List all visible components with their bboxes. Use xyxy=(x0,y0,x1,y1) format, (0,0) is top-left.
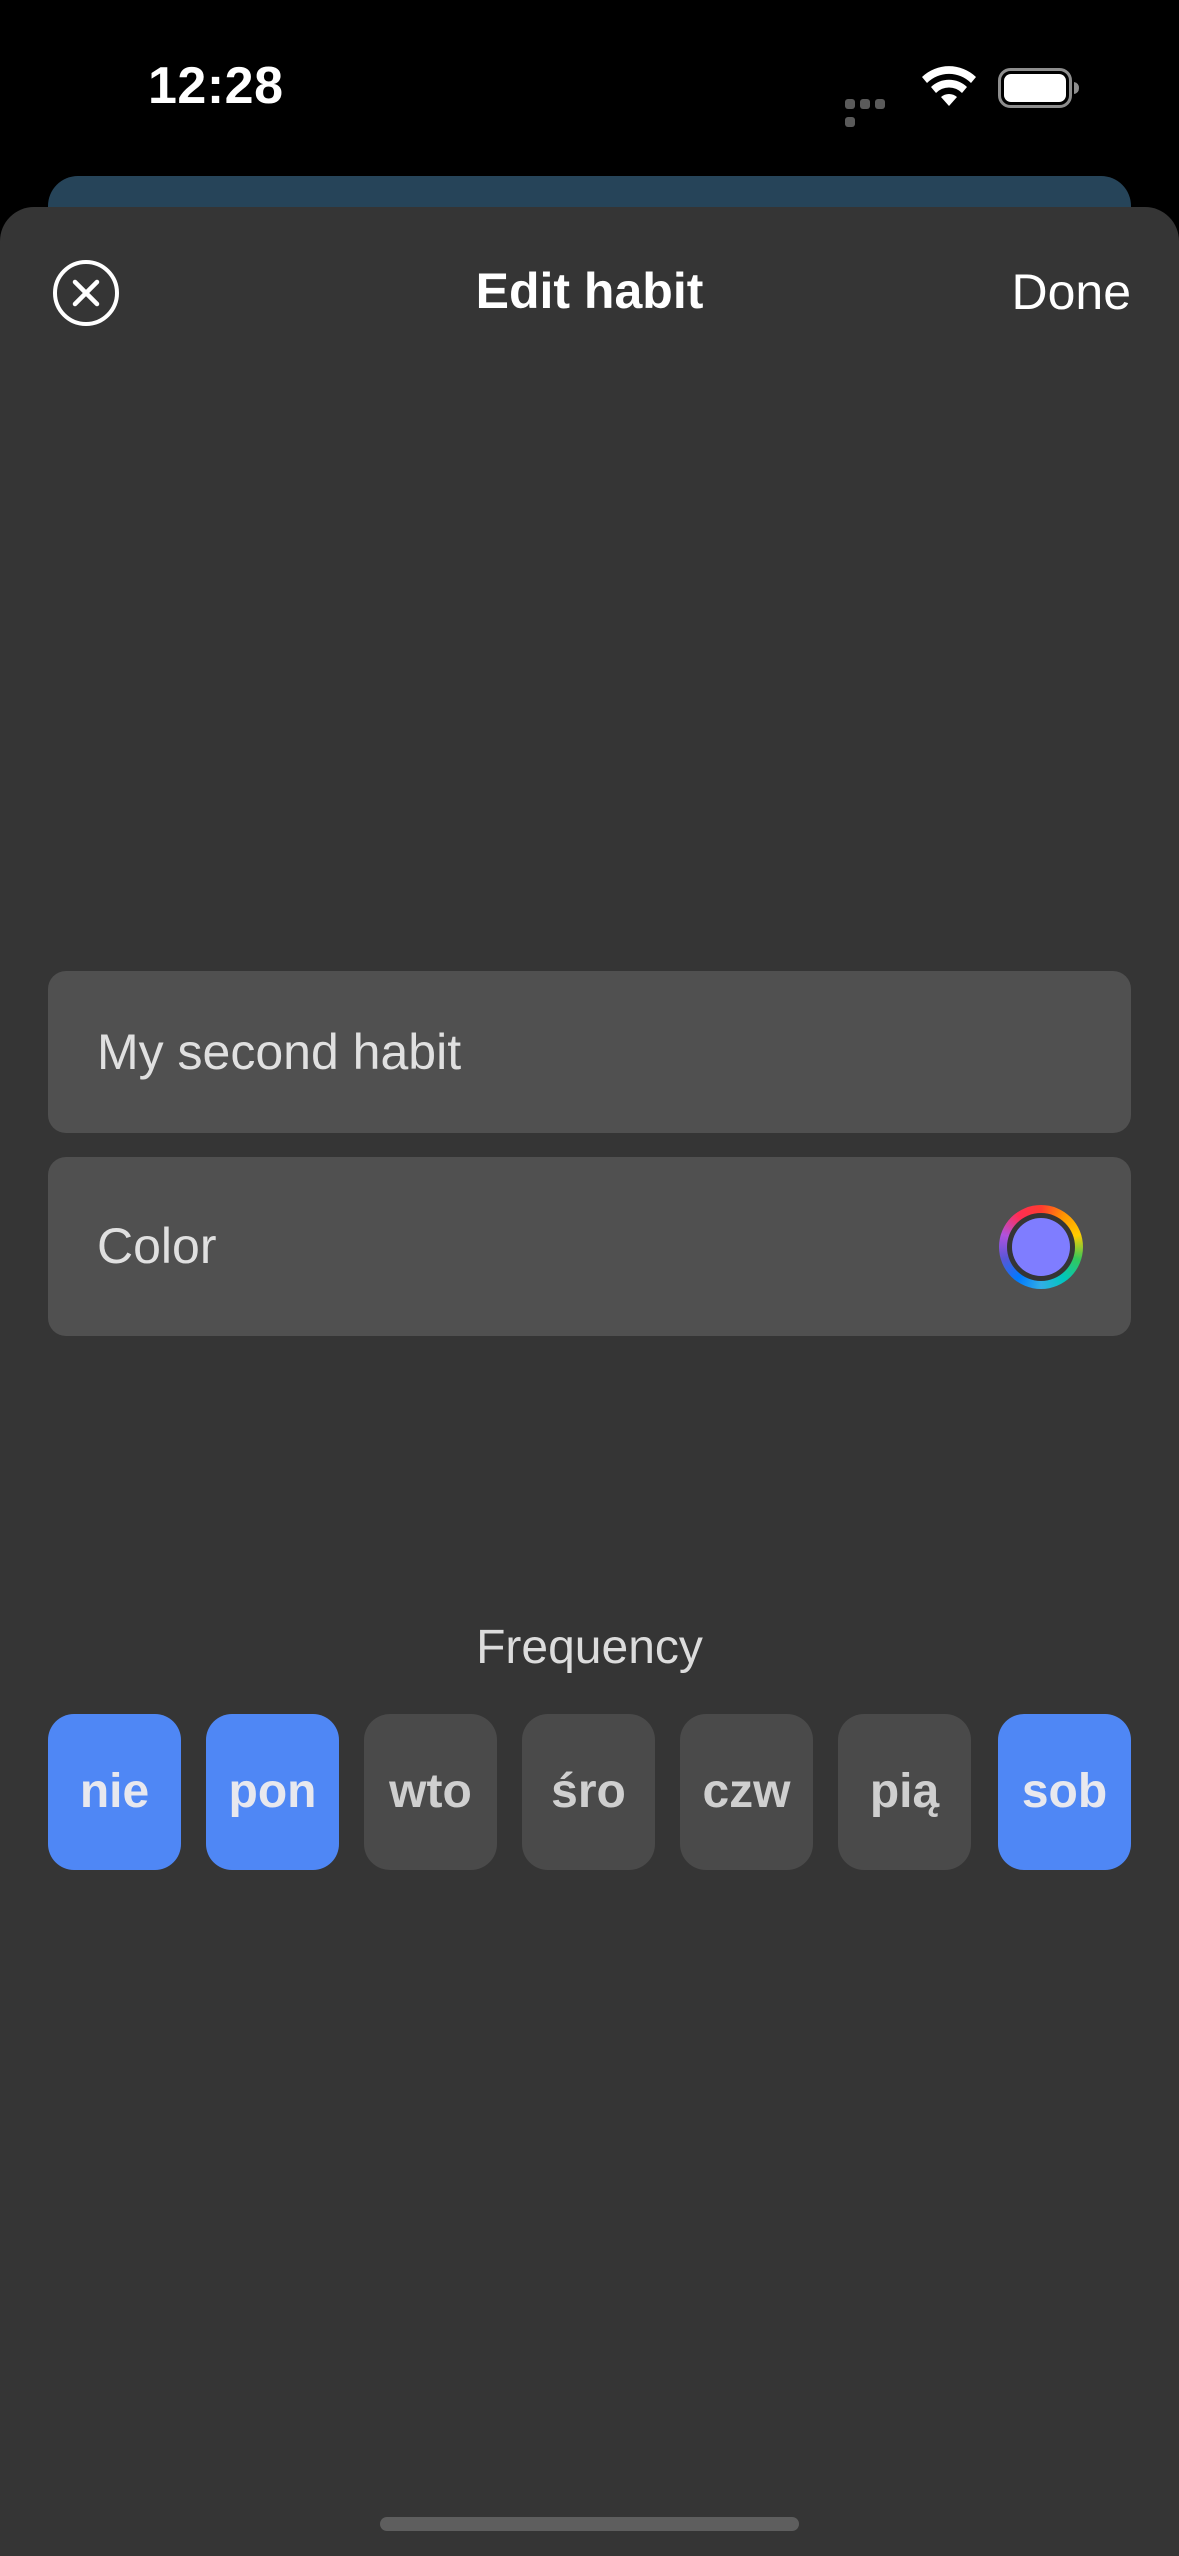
battery-icon xyxy=(998,68,1079,108)
day-toggle-nie[interactable]: nie xyxy=(48,1714,181,1870)
color-picker-well[interactable] xyxy=(999,1205,1083,1289)
done-button[interactable]: Done xyxy=(1011,263,1131,321)
day-toggle-wto[interactable]: wto xyxy=(364,1714,497,1870)
color-label: Color xyxy=(97,1218,217,1274)
weekday-selector: nie pon wto śro czw pią sob xyxy=(48,1714,1131,1870)
wifi-icon xyxy=(922,66,976,106)
day-toggle-czw[interactable]: czw xyxy=(680,1714,813,1870)
sheet-title: Edit habit xyxy=(475,263,704,319)
frequency-label: Frequency xyxy=(476,1621,703,1674)
selected-color-swatch xyxy=(1012,1218,1070,1276)
day-toggle-sro[interactable]: śro xyxy=(522,1714,655,1870)
status-bar: 12:28 xyxy=(0,0,1179,175)
day-toggle-pia[interactable]: pią xyxy=(838,1714,971,1870)
screen: 12:28 Edit habit Done My second habit Co… xyxy=(0,0,1179,2556)
status-time: 12:28 xyxy=(148,57,284,115)
color-row[interactable]: Color xyxy=(48,1157,1131,1336)
cellular-signal-icon xyxy=(845,96,903,127)
habit-name-field[interactable] xyxy=(48,971,1131,1133)
habit-name-input[interactable] xyxy=(97,971,1077,1133)
home-indicator xyxy=(380,2517,799,2531)
day-toggle-pon[interactable]: pon xyxy=(206,1714,339,1870)
day-toggle-sob[interactable]: sob xyxy=(998,1714,1131,1870)
edit-habit-sheet: Edit habit Done Color Frequency nie pon … xyxy=(0,207,1179,2556)
